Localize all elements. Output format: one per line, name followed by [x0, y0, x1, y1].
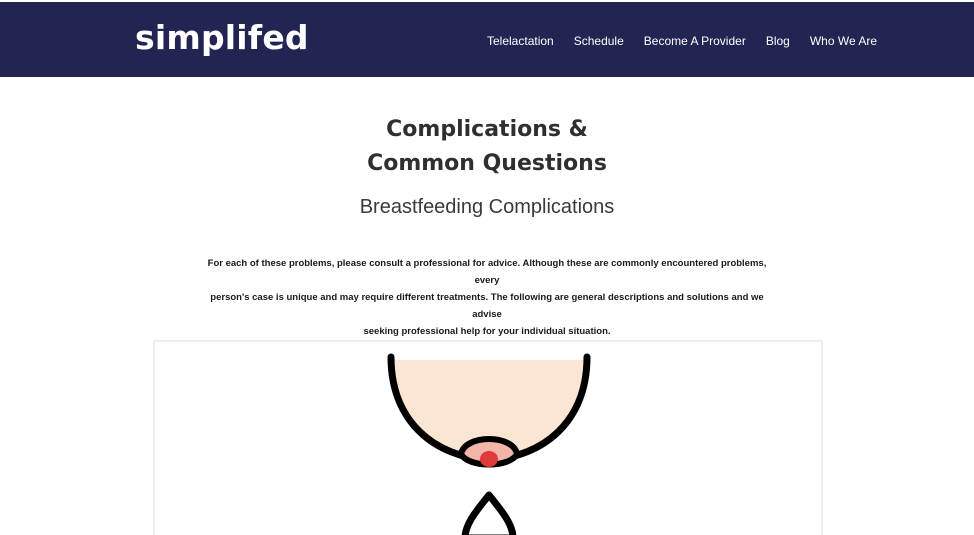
- nav-item-who-we-are[interactable]: Who We Are: [810, 32, 877, 50]
- site-header: simplifed Telelactation Schedule Become …: [0, 2, 974, 77]
- droplet-icon: [461, 491, 517, 535]
- main-nav: Telelactation Schedule Become A Provider…: [487, 32, 877, 50]
- breast-illustration-icon: [387, 353, 591, 535]
- page-title: Complications & Common Questions: [0, 113, 974, 181]
- nipple: [480, 451, 498, 467]
- intro-line-1: For each of these problems, please consu…: [207, 258, 767, 286]
- intro-line-3: seeking professional help for your indiv…: [363, 326, 611, 337]
- page-title-line-1: Complications &: [386, 117, 588, 142]
- nav-item-blog[interactable]: Blog: [766, 32, 790, 50]
- intro-line-2: person's case is unique and may require …: [210, 292, 764, 320]
- nav-item-become-a-provider[interactable]: Become A Provider: [644, 32, 746, 50]
- nav-item-telelactation[interactable]: Telelactation: [487, 32, 554, 50]
- illustration-card: [153, 340, 823, 535]
- page-title-line-2: Common Questions: [367, 151, 607, 176]
- nav-item-schedule[interactable]: Schedule: [574, 32, 624, 50]
- site-logo[interactable]: simplifed: [135, 18, 309, 58]
- section-subtitle: Breastfeeding Complications: [359, 196, 615, 218]
- intro-paragraph: For each of these problems, please consu…: [200, 255, 774, 340]
